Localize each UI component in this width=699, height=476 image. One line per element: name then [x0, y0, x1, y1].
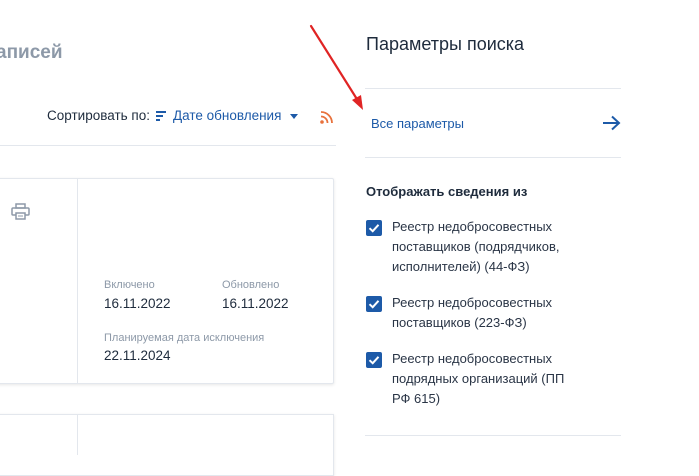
divider — [365, 88, 621, 89]
updated-value: 16.11.2022 — [222, 296, 289, 311]
all-params-link[interactable]: Все параметры — [371, 116, 464, 131]
arrow-right-icon[interactable] — [602, 115, 621, 131]
card-divider — [77, 415, 78, 455]
printer-icon[interactable] — [11, 203, 30, 220]
sort-bar: Сортировать по: Дате обновления — [47, 108, 299, 123]
sort-dropdown[interactable]: Дате обновления — [173, 108, 281, 123]
checkbox-checked-icon[interactable] — [366, 352, 382, 368]
sort-label: Сортировать по: — [47, 108, 150, 123]
caret-down-icon[interactable] — [290, 113, 299, 119]
search-params-title: Параметры поиска — [366, 34, 525, 54]
divider — [0, 145, 336, 146]
included-label: Включено — [104, 279, 155, 291]
registry-223fz-label[interactable]: Реестр недобросовестных поставщиков (223… — [392, 293, 567, 333]
annotation-arrow-icon — [309, 24, 363, 110]
record-card[interactable] — [0, 414, 334, 476]
registry-pp615-label[interactable]: Реестр недобросовестных подрядных органи… — [392, 349, 580, 409]
planned-exclusion-label: Планируемая дата исключения — [104, 332, 265, 344]
updated-label: Обновлено — [222, 279, 280, 291]
checkbox-checked-icon[interactable] — [366, 220, 382, 236]
sort-lines-icon — [155, 110, 167, 121]
divider — [365, 435, 621, 436]
records-count-title: аписей — [0, 42, 63, 63]
card-divider — [77, 179, 78, 383]
included-value: 16.11.2022 — [104, 296, 171, 311]
divider — [365, 157, 621, 158]
show-from-heading: Отображать сведения из — [366, 184, 528, 199]
planned-exclusion-value: 22.11.2024 — [104, 348, 171, 363]
registry-44fz-label[interactable]: Реестр недобросовестных поставщиков (под… — [392, 217, 592, 277]
checkbox-checked-icon[interactable] — [366, 296, 382, 312]
